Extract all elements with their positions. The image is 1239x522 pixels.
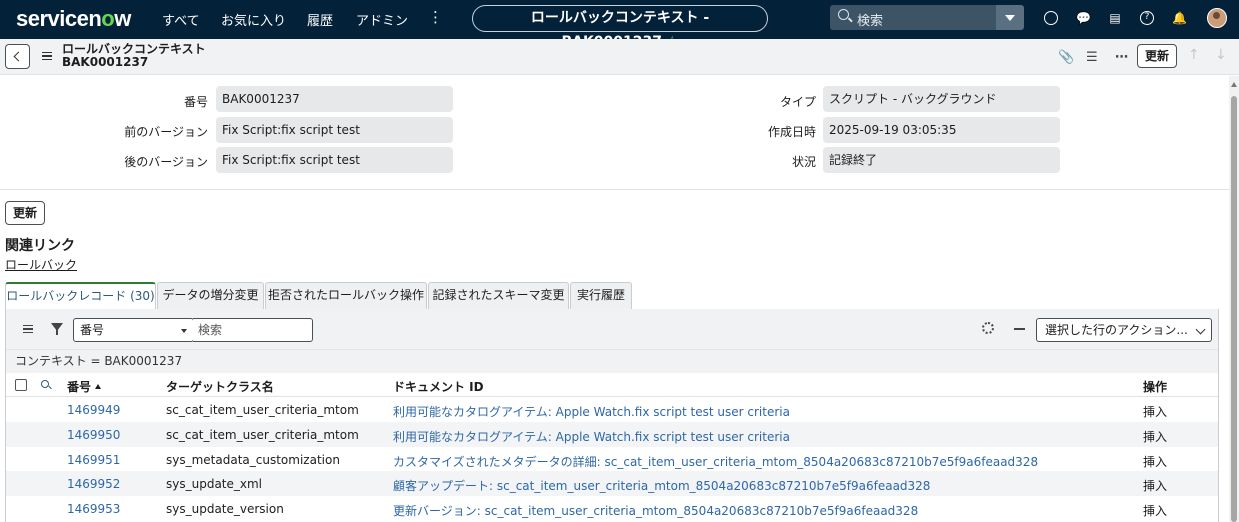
type-label: タイプ: [779, 95, 816, 109]
filter-icon[interactable]: [51, 323, 63, 335]
list-search-input[interactable]: 検索: [193, 318, 313, 342]
row-operation: 挿入: [1143, 405, 1168, 419]
row-class: sys_metadata_customization: [166, 453, 340, 467]
row-number-link[interactable]: 1469951: [67, 453, 120, 467]
top-nav: servicenow すべて お気に入り 履歴 アドミン ⋮ ロールバックコンテ…: [0, 0, 1239, 50]
gear-icon[interactable]: [982, 322, 994, 334]
context-title-pill[interactable]: ロールバックコンテキスト - BAK0001237☆: [472, 5, 768, 50]
type-field[interactable]: スクリプト - バックグラウンド: [823, 86, 1060, 112]
settings-sliders-icon[interactable]: ☰: [1086, 50, 1098, 65]
row-class: sc_cat_item_user_criteria_mtom: [166, 403, 359, 417]
form-body: 番号 BAK0001237 前のバージョン Fix Script:fix scr…: [0, 76, 1229, 188]
avatar[interactable]: [1207, 8, 1227, 28]
table-row: 1469953 sys_update_version 更新バージョン: sc_c…: [6, 496, 1218, 521]
table-header: 番号 ターゲットクラス名 ドキュメント ID 操作: [6, 373, 1218, 397]
table-row: 1469949 sc_cat_item_user_criteria_mtom 利…: [6, 397, 1218, 422]
tab-schema-changes[interactable]: 記録されたスキーマ変更: [428, 282, 569, 309]
row-document-link[interactable]: 利用可能なカタログアイテム: Apple Watch.fix script te…: [393, 428, 790, 445]
rollback-link[interactable]: ロールバック: [5, 256, 77, 273]
state-label: 状況: [791, 155, 816, 169]
actions-select[interactable]: 選択した行のアクション...: [1036, 318, 1212, 342]
row-number-link[interactable]: 1469949: [67, 403, 120, 417]
list-menu-icon[interactable]: [23, 325, 33, 333]
number-label: 番号: [183, 95, 208, 109]
row-document-link[interactable]: 更新バージョン: sc_cat_item_user_criteria_mtom_…: [393, 502, 918, 519]
help-icon[interactable]: ?: [1140, 11, 1154, 25]
paperclip-icon[interactable]: 📎: [1058, 50, 1074, 65]
state-field[interactable]: 記録終了: [823, 147, 1060, 173]
update-button[interactable]: 更新: [1137, 44, 1177, 68]
row-operation: 挿入: [1143, 455, 1168, 469]
select-all-checkbox[interactable]: [15, 379, 27, 391]
global-search-input[interactable]: 検索: [830, 5, 996, 30]
row-document-link[interactable]: 顧客アップデート: sc_cat_item_user_criteria_mtom…: [393, 477, 930, 494]
page-scrollbar[interactable]: [1229, 76, 1239, 522]
tab-rejected-operations[interactable]: 拒否されたロールバック操作: [265, 282, 427, 309]
col-target-class[interactable]: ターゲットクラス名: [166, 378, 274, 395]
servicenow-logo[interactable]: servicenow: [16, 6, 131, 32]
prev-version-field[interactable]: Fix Script:fix script test: [216, 117, 453, 143]
row-operation: 挿入: [1143, 504, 1168, 518]
column-search-icon[interactable]: [41, 380, 49, 388]
collapse-icon[interactable]: [1014, 328, 1025, 330]
search-icon: [838, 9, 849, 20]
prev-version-label: 前のバージョン: [124, 125, 208, 139]
row-operation: 挿入: [1143, 430, 1168, 444]
tab-rollback-records[interactable]: ロールバックレコード (30): [5, 282, 156, 309]
created-label: 作成日時: [767, 125, 816, 139]
number-field[interactable]: BAK0001237: [216, 86, 453, 112]
form-header: ロールバックコンテキスト BAK0001237 📎 ☰ ⋯ 更新 ↑ ↓: [0, 39, 1239, 75]
form-title: ロールバックコンテキスト BAK0001237: [62, 43, 206, 69]
more-options-icon[interactable]: ⋯: [1115, 50, 1128, 65]
row-class: sc_cat_item_user_criteria_mtom: [166, 428, 359, 442]
row-operation: 挿入: [1143, 479, 1168, 493]
table-row: 1469952 sys_update_xml 顧客アップデート: sc_cat_…: [6, 471, 1218, 496]
divider: [0, 189, 1229, 190]
chat-icon[interactable]: 💬: [1076, 11, 1091, 25]
row-number-link[interactable]: 1469953: [67, 502, 120, 516]
col-document-id[interactable]: ドキュメント ID: [393, 378, 484, 395]
scroll-up-icon[interactable]: [1231, 82, 1237, 87]
row-number-link[interactable]: 1469952: [67, 477, 120, 491]
more-menu-icon[interactable]: ⋮: [428, 8, 443, 26]
nav-all[interactable]: すべて: [162, 10, 200, 29]
arrow-up-icon[interactable]: ↑: [1188, 47, 1200, 63]
row-document-link[interactable]: 利用可能なカタログアイテム: Apple Watch.fix script te…: [393, 403, 790, 420]
breadcrumb[interactable]: コンテキスト = BAK0001237: [6, 349, 1218, 373]
row-class: sys_update_xml: [166, 477, 263, 491]
bell-icon[interactable]: 🔔: [1172, 11, 1187, 25]
sort-asc-icon: [95, 384, 102, 389]
col-operation[interactable]: 操作: [1143, 378, 1167, 395]
form-title-record: BAK0001237: [62, 55, 149, 69]
tab-execution-history[interactable]: 実行履歴: [570, 282, 632, 309]
row-number-link[interactable]: 1469950: [67, 428, 120, 442]
table-row: 1469951 sys_metadata_customization カスタマイ…: [6, 447, 1218, 472]
next-version-label: 後のバージョン: [124, 155, 208, 169]
next-version-field[interactable]: Fix Script:fix script test: [216, 147, 453, 173]
nav-admin[interactable]: アドミン: [356, 10, 408, 29]
search-placeholder: 検索: [857, 14, 884, 29]
nav-history[interactable]: 履歴: [307, 10, 333, 29]
scroll-thumb[interactable]: [1231, 96, 1237, 522]
back-button[interactable]: [5, 44, 30, 69]
created-field[interactable]: 2025-09-19 03:05:35: [823, 117, 1060, 143]
related-links-heading: 関連リンク: [5, 238, 75, 254]
table-row: 1469950 sc_cat_item_user_criteria_mtom 利…: [6, 422, 1218, 447]
search-field-select[interactable]: 番号: [73, 318, 194, 342]
related-list: 番号 検索 選択した行のアクション... コンテキスト = BAK0001237…: [5, 309, 1219, 522]
arrow-down-icon[interactable]: ↓: [1215, 47, 1227, 63]
list-toolbar: 番号 検索 選択した行のアクション...: [6, 309, 1218, 349]
col-number[interactable]: 番号: [67, 378, 102, 395]
tab-incremental-changes[interactable]: データの増分変更: [157, 282, 264, 309]
row-class: sys_update_version: [166, 502, 284, 516]
update-button-bottom[interactable]: 更新: [5, 201, 45, 225]
globe-icon[interactable]: [1044, 11, 1058, 25]
nav-favorites[interactable]: お気に入り: [221, 10, 286, 29]
search-scope-dropdown[interactable]: [996, 5, 1024, 30]
hamburger-icon[interactable]: [42, 52, 52, 60]
row-document-link[interactable]: カスタマイズされたメタデータの詳細: sc_cat_item_user_crit…: [393, 453, 1038, 470]
form-icon[interactable]: ▤: [1108, 11, 1122, 25]
